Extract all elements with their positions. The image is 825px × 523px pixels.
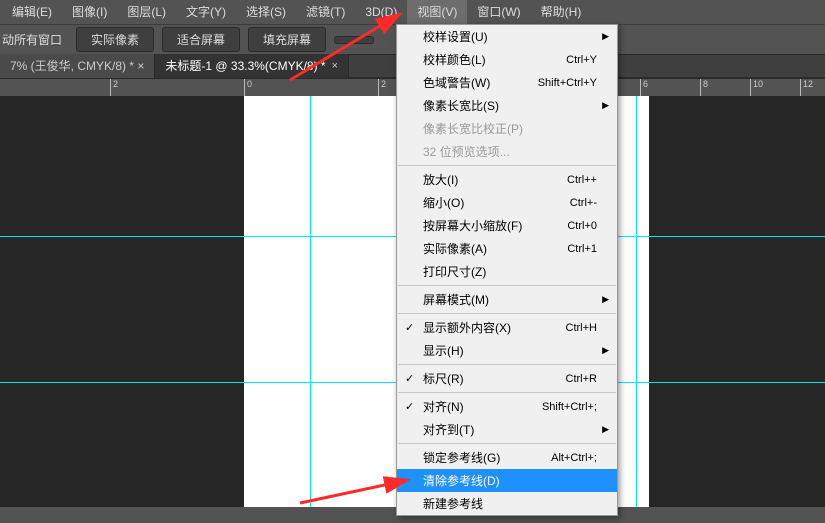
ruler-tick: 6: [640, 79, 648, 96]
menu-item-show[interactable]: 显示(H)▶: [397, 339, 617, 362]
ruler-tick: 2: [110, 79, 118, 96]
ruler-tick: 8: [700, 79, 708, 96]
submenu-arrow-icon: ▶: [602, 294, 609, 305]
menu-select[interactable]: 选择(S): [236, 0, 296, 24]
close-icon[interactable]: ×: [332, 54, 338, 78]
tab-label: 未标题-1 @ 33.3%(CMYK/8) *: [165, 54, 325, 78]
btn-print[interactable]: [334, 36, 374, 44]
guide-vertical[interactable]: [636, 96, 637, 507]
document-tab-1[interactable]: 7% (王俊华, CMYK/8) * ×: [0, 54, 155, 78]
menu-item-clear-guides[interactable]: 清除参考线(D): [397, 469, 617, 492]
menu-item-actual-pixels[interactable]: 实际像素(A)Ctrl+1: [397, 237, 617, 260]
tab-label: 7% (王俊华, CMYK/8) * ×: [10, 54, 144, 78]
submenu-arrow-icon: ▶: [602, 424, 609, 435]
menu-item-zoom-out[interactable]: 缩小(O)Ctrl+-: [397, 191, 617, 214]
guide-vertical[interactable]: [310, 96, 311, 507]
btn-fill-screen[interactable]: 填充屏幕: [248, 27, 326, 52]
menu-item-proof-colors[interactable]: 校样颜色(L)Ctrl+Y: [397, 48, 617, 71]
menu-item-screen-mode[interactable]: 屏幕模式(M)▶: [397, 288, 617, 311]
menu-type[interactable]: 文字(Y): [176, 0, 236, 24]
menu-filter[interactable]: 滤镜(T): [296, 0, 355, 24]
document-tab-2[interactable]: 未标题-1 @ 33.3%(CMYK/8) * ×: [155, 54, 349, 78]
btn-actual-pixels[interactable]: 实际像素: [76, 27, 154, 52]
menu-item-rulers[interactable]: ✓标尺(R)Ctrl+R: [397, 367, 617, 390]
menu-bar: 编辑(E) 图像(I) 图层(L) 文字(Y) 选择(S) 滤镜(T) 3D(D…: [0, 0, 825, 24]
menu-item-snap[interactable]: ✓对齐(N)Shift+Ctrl+;: [397, 395, 617, 418]
submenu-arrow-icon: ▶: [602, 100, 609, 111]
menu-item-lock-guides[interactable]: 锁定参考线(G)Alt+Ctrl+;: [397, 446, 617, 469]
option-all-windows[interactable]: 动所有窗口: [2, 31, 62, 48]
menu-3d[interactable]: 3D(D): [355, 0, 407, 24]
menu-item-proof-setup[interactable]: 校样设置(U)▶: [397, 25, 617, 48]
menu-window[interactable]: 窗口(W): [467, 0, 530, 24]
view-menu-dropdown: 校样设置(U)▶ 校样颜色(L)Ctrl+Y 色域警告(W)Shift+Ctrl…: [396, 24, 618, 516]
ruler-tick: 0: [244, 79, 252, 96]
ruler-tick: 2: [378, 79, 386, 96]
menu-help[interactable]: 帮助(H): [531, 0, 592, 24]
menu-edit[interactable]: 编辑(E): [2, 0, 62, 24]
menu-image[interactable]: 图像(I): [62, 0, 117, 24]
menu-item-extras[interactable]: ✓显示额外内容(X)Ctrl+H: [397, 316, 617, 339]
check-icon: ✓: [405, 372, 414, 385]
btn-fit-screen[interactable]: 适合屏幕: [162, 27, 240, 52]
ruler-tick: 12: [800, 79, 813, 96]
menu-view[interactable]: 视图(V): [407, 0, 467, 24]
menu-item-gamut-warning[interactable]: 色域警告(W)Shift+Ctrl+Y: [397, 71, 617, 94]
menu-item-new-guide[interactable]: 新建参考线: [397, 492, 617, 515]
check-icon: ✓: [405, 321, 414, 334]
menu-layer[interactable]: 图层(L): [117, 0, 176, 24]
submenu-arrow-icon: ▶: [602, 345, 609, 356]
check-icon: ✓: [405, 400, 414, 413]
menu-item-32bit-preview: 32 位预览选项...: [397, 140, 617, 163]
menu-item-fit-screen[interactable]: 按屏幕大小缩放(F)Ctrl+0: [397, 214, 617, 237]
menu-item-print-size[interactable]: 打印尺寸(Z): [397, 260, 617, 283]
menu-item-zoom-in[interactable]: 放大(I)Ctrl++: [397, 168, 617, 191]
submenu-arrow-icon: ▶: [602, 31, 609, 42]
menu-item-snap-to[interactable]: 对齐到(T)▶: [397, 418, 617, 441]
ruler-tick: 10: [750, 79, 763, 96]
menu-item-pixel-ratio[interactable]: 像素长宽比(S)▶: [397, 94, 617, 117]
menu-item-pixel-ratio-correction: 像素长宽比校正(P): [397, 117, 617, 140]
